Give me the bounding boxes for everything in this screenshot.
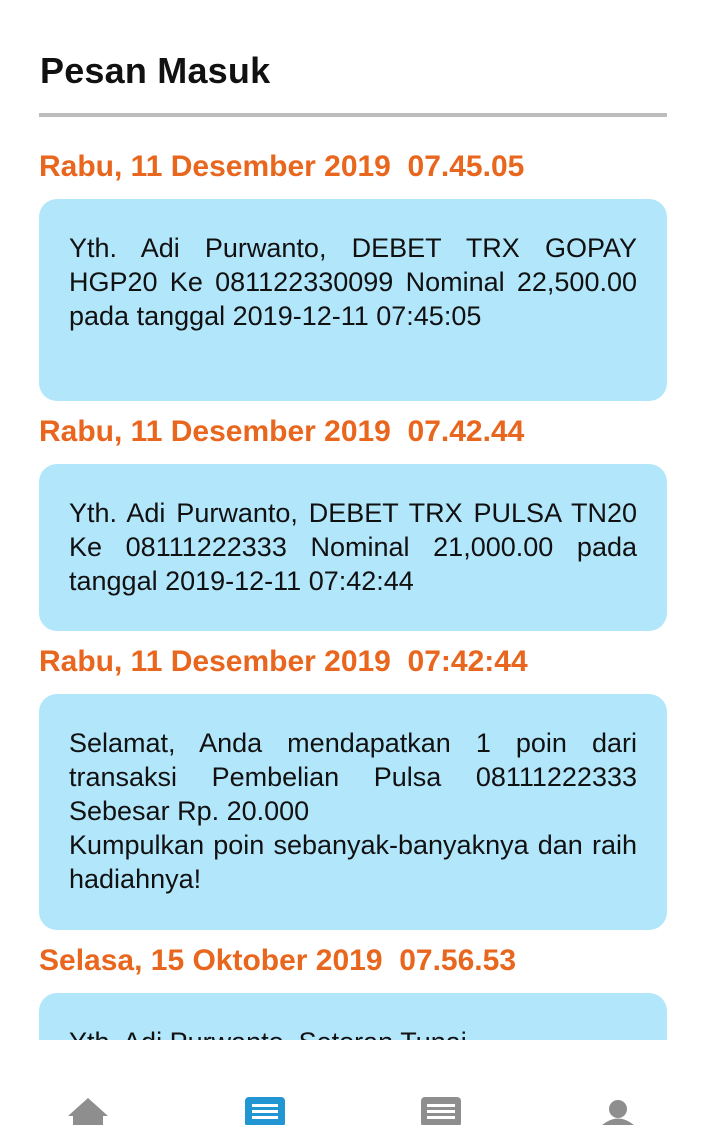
message-bubble[interactable]: Yth. Adi Purwanto, Setoran Tunai <box>39 993 667 1040</box>
message-date: Rabu, 11 Desember 2019 07.45.05 <box>39 150 525 183</box>
nav-item-inbox[interactable] <box>243 1096 287 1125</box>
bottom-navigation <box>0 1040 706 1125</box>
inbox-screen: Pesan Masuk Rabu, 11 Desember 2019 07.45… <box>0 0 706 1125</box>
home-icon <box>66 1096 110 1125</box>
message-text: Yth. Adi Purwanto, Setoran Tunai <box>69 1025 637 1040</box>
history-icon <box>419 1096 463 1125</box>
message-list[interactable]: Pesan Masuk Rabu, 11 Desember 2019 07.45… <box>0 0 706 1040</box>
message-date: Rabu, 11 Desember 2019 07.42.44 <box>39 415 525 448</box>
message-bubble[interactable]: Yth. Adi Purwanto, DEBET TRX GOPAY HGP20… <box>39 199 667 401</box>
message-text: Yth. Adi Purwanto, DEBET TRX GOPAY HGP20… <box>69 233 637 331</box>
nav-item-home[interactable] <box>66 1096 110 1125</box>
message-date: Rabu, 11 Desember 2019 07:42:44 <box>39 645 528 678</box>
message-text: Selamat, Anda mendapatkan 1 poin dari tr… <box>69 728 637 894</box>
page-title: Pesan Masuk <box>40 50 271 91</box>
message-bubble[interactable]: Yth. Adi Purwanto, DEBET TRX PULSA TN20 … <box>39 464 667 631</box>
nav-item-history[interactable] <box>419 1096 463 1125</box>
message-text: Yth. Adi Purwanto, DEBET TRX PULSA TN20 … <box>69 498 637 596</box>
profile-icon <box>596 1096 640 1125</box>
message-bubble[interactable]: Selamat, Anda mendapatkan 1 poin dari tr… <box>39 694 667 930</box>
message-date: Selasa, 15 Oktober 2019 07.56.53 <box>39 944 516 977</box>
inbox-icon <box>243 1096 287 1125</box>
title-divider <box>39 113 667 117</box>
nav-item-profile[interactable] <box>596 1096 640 1125</box>
